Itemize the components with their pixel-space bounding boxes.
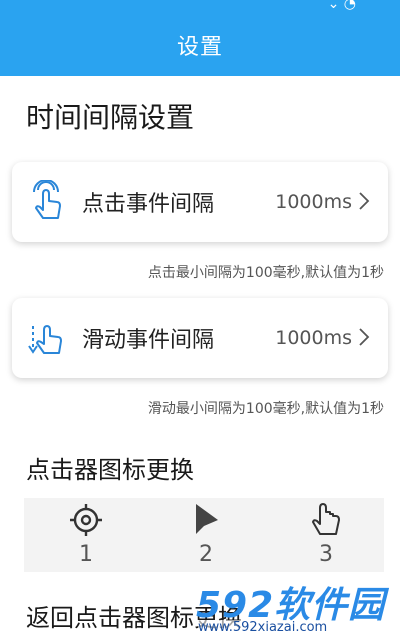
click-interval-hint: 点击最小间隔为100毫秒,默认值为1秒 (147, 265, 384, 281)
section-title-interval: 时间间隔设置 (26, 101, 195, 134)
chevron-right-icon (359, 192, 370, 210)
swipe-interval-label: 滑动事件间隔 (82, 328, 215, 353)
status-icon: ⌄ ◔ (327, 0, 356, 12)
click-interval-label: 点击事件间隔 (82, 192, 215, 217)
picker-number-1: 1 (79, 542, 93, 567)
picker-number-2: 2 (199, 542, 213, 567)
section-title-icon: 点击器图标更换 (26, 456, 194, 484)
crosshair-icon (70, 504, 102, 536)
picker-option-3[interactable]: 3 (286, 498, 366, 572)
tap-hand-icon (33, 180, 61, 219)
swipe-interval-hint: 滑动最小间隔为100毫秒,默认值为1秒 (147, 401, 384, 417)
picker-option-2[interactable]: 2 (166, 498, 246, 572)
watermark: 592软件园 www.592xiazai.com (196, 576, 400, 640)
hand-pointer-icon (312, 503, 340, 535)
picker-option-1[interactable]: 1 (46, 498, 126, 572)
watermark-url: www.592xiazai.com (198, 620, 328, 635)
chevron-right-icon (359, 328, 370, 346)
pointer-arrow-icon (196, 504, 218, 534)
header-title: 设置 (176, 35, 223, 60)
app-header: 设置 (0, 14, 400, 76)
swipe-interval-card[interactable]: 滑动事件间隔 1000ms (12, 298, 388, 378)
click-interval-card[interactable]: 点击事件间隔 1000ms (12, 162, 388, 242)
click-interval-value: 1000ms (275, 191, 352, 213)
swipe-interval-value: 1000ms (275, 327, 352, 349)
picker-number-3: 3 (319, 542, 333, 567)
clicker-icon-picker: 1 2 3 (24, 498, 384, 572)
swipe-hand-icon (28, 325, 62, 354)
status-bar: ⌄ ◔ (0, 0, 400, 14)
